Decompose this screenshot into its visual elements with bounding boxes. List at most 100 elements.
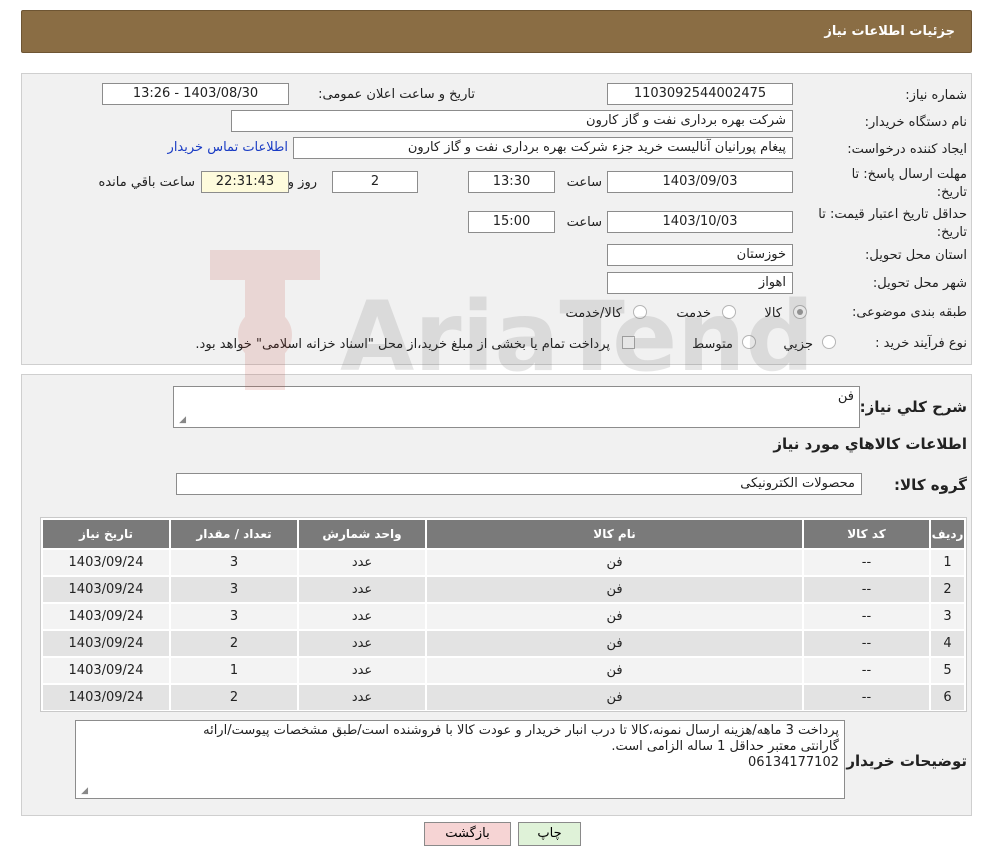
cell-item-name: فن: [427, 685, 802, 710]
remaining-time-field: 22:31:43: [201, 171, 289, 193]
general-desc-textarea[interactable]: فن ◢: [173, 386, 860, 428]
buyer-notes-textarea[interactable]: پرداخت 3 ماهه/هزینه ارسال نمونه،کالا تا …: [75, 720, 845, 799]
cell-need-date: 1403/09/24: [43, 631, 169, 656]
category-option-goods: کالا: [764, 306, 782, 321]
price-validity-label: حداقل تاريخ اعتبار قيمت: تا تاریخ:: [818, 207, 967, 240]
cell-quantity: 2: [171, 685, 297, 710]
need-number-label: شماره نیاز:: [905, 88, 967, 103]
creator-field: پیغام پورانیان آنالیست خرید جزء شرکت بهر…: [293, 137, 793, 159]
cell-unit: عدد: [299, 550, 425, 575]
cell-unit: عدد: [299, 658, 425, 683]
cell-quantity: 3: [171, 604, 297, 629]
buyer-notes-label: توضیحات خریدار:: [840, 752, 967, 770]
buyer-notes-line: گارانتی معتبر حداقل 1 ساله الزامی است.: [611, 739, 839, 754]
cell-row-number: 2: [931, 577, 964, 602]
province-label: استان محل تحویل:: [865, 248, 967, 263]
buyer-notes-line: پرداخت 3 ماهه/هزینه ارسال نمونه،کالا تا …: [203, 723, 839, 738]
goods-info-title: اطلاعات کالاهاي مورد نياز: [773, 435, 967, 453]
cell-need-date: 1403/09/24: [43, 577, 169, 602]
price-validity-date-field: 1403/10/03: [607, 211, 793, 233]
remaining-time-label: ساعت باقي مانده: [98, 175, 195, 190]
need-number-field: 1103092544002475: [607, 83, 793, 105]
cell-item-code: --: [804, 577, 929, 602]
cell-need-date: 1403/09/24: [43, 685, 169, 710]
page-header: جزئیات اطلاعات نیاز: [21, 10, 972, 53]
price-validity-time-field: 15:00: [468, 211, 555, 233]
province-field: خوزستان: [607, 244, 793, 266]
buyer-notes-line: 06134177102: [748, 755, 839, 770]
goods-group-label: گروه کالا:: [894, 476, 967, 494]
purchase-type-radio-medium[interactable]: [742, 335, 756, 349]
category-radio-goods[interactable]: [793, 305, 807, 319]
cell-quantity: 1: [171, 658, 297, 683]
table-row: 3 -- فن عدد 3 1403/09/24: [43, 604, 964, 629]
deadline-time-field: 13:30: [468, 171, 555, 193]
cell-row-number: 3: [931, 604, 964, 629]
purchase-type-option-minor: جزیي: [783, 337, 813, 352]
category-radio-goods-service[interactable]: [633, 305, 647, 319]
cell-quantity: 3: [171, 577, 297, 602]
cell-row-number: 1: [931, 550, 964, 575]
general-desc-text: فن: [837, 389, 854, 404]
city-label: شهر محل تحویل:: [872, 276, 967, 291]
purchase-type-option-medium: متوسط: [692, 337, 733, 352]
goods-group-field: محصولات الکترونیکی: [176, 473, 862, 495]
cell-item-name: فن: [427, 604, 802, 629]
page-title: جزئیات اطلاعات نیاز: [824, 24, 955, 39]
creator-label: ایجاد کننده درخواست:: [847, 142, 967, 157]
resize-grip-icon[interactable]: ◢: [78, 786, 88, 796]
resize-grip-icon[interactable]: ◢: [176, 415, 186, 425]
deadline-time-label: ساعت: [566, 175, 602, 190]
cell-need-date: 1403/09/24: [43, 658, 169, 683]
cell-item-code: --: [804, 685, 929, 710]
cell-unit: عدد: [299, 685, 425, 710]
col-item-name: نام کالا: [427, 520, 802, 548]
cell-row-number: 6: [931, 685, 964, 710]
cell-item-code: --: [804, 658, 929, 683]
general-desc-label: شرح کلي نياز:: [859, 398, 967, 416]
cell-item-name: فن: [427, 577, 802, 602]
cell-quantity: 3: [171, 550, 297, 575]
deadline-days-label: روز و: [287, 175, 317, 190]
cell-unit: عدد: [299, 577, 425, 602]
cell-item-name: فن: [427, 550, 802, 575]
col-unit: واحد شمارش: [299, 520, 425, 548]
buyer-org-label: نام دستگاه خریدار:: [864, 115, 967, 130]
treasury-note: پرداخت تمام یا بخشی از مبلغ خرید،از محل …: [195, 337, 610, 352]
category-option-service: خدمت: [676, 306, 711, 321]
purchase-type-radio-minor[interactable]: [822, 335, 836, 349]
cell-item-name: فن: [427, 658, 802, 683]
category-option-goods-service: کالا/خدمت: [565, 306, 622, 321]
table-row: 4 -- فن عدد 2 1403/09/24: [43, 631, 964, 656]
cell-unit: عدد: [299, 604, 425, 629]
col-item-code: کد کالا: [804, 520, 929, 548]
buyer-org-field: شرکت بهره برداری نفت و گاز کارون: [231, 110, 793, 132]
treasury-checkbox[interactable]: [622, 336, 635, 349]
price-validity-time-label: ساعت: [566, 215, 602, 230]
table-header-row: رديف کد کالا نام کالا واحد شمارش تعداد /…: [43, 520, 964, 548]
table-row: 5 -- فن عدد 1 1403/09/24: [43, 658, 964, 683]
category-label: طبقه بندی موضوعی:: [851, 305, 967, 320]
goods-table-container: رديف کد کالا نام کالا واحد شمارش تعداد /…: [40, 517, 967, 712]
deadline-label: مهلت ارسال پاسخ: تا تاریخ:: [851, 167, 967, 200]
print-button[interactable]: چاپ: [518, 822, 581, 846]
cell-quantity: 2: [171, 631, 297, 656]
cell-item-code: --: [804, 631, 929, 656]
announce-field: 1403/08/30 - 13:26: [102, 83, 289, 105]
table-row: 2 -- فن عدد 3 1403/09/24: [43, 577, 964, 602]
category-radio-service[interactable]: [722, 305, 736, 319]
cell-item-name: فن: [427, 631, 802, 656]
col-quantity: تعداد / مقدار: [171, 520, 297, 548]
cell-need-date: 1403/09/24: [43, 550, 169, 575]
cell-row-number: 4: [931, 631, 964, 656]
buyer-contact-link[interactable]: اطلاعات تماس خریدار: [168, 140, 288, 155]
deadline-date-field: 1403/09/03: [607, 171, 793, 193]
cell-unit: عدد: [299, 631, 425, 656]
deadline-days-field: 2: [332, 171, 418, 193]
cell-row-number: 5: [931, 658, 964, 683]
back-button[interactable]: بازگشت: [424, 822, 511, 846]
announce-label: تاریخ و ساعت اعلان عمومی:: [318, 87, 475, 102]
cell-item-code: --: [804, 604, 929, 629]
purchase-type-label: نوع فرآیند خرید :: [875, 336, 967, 351]
table-row: 1 -- فن عدد 3 1403/09/24: [43, 550, 964, 575]
